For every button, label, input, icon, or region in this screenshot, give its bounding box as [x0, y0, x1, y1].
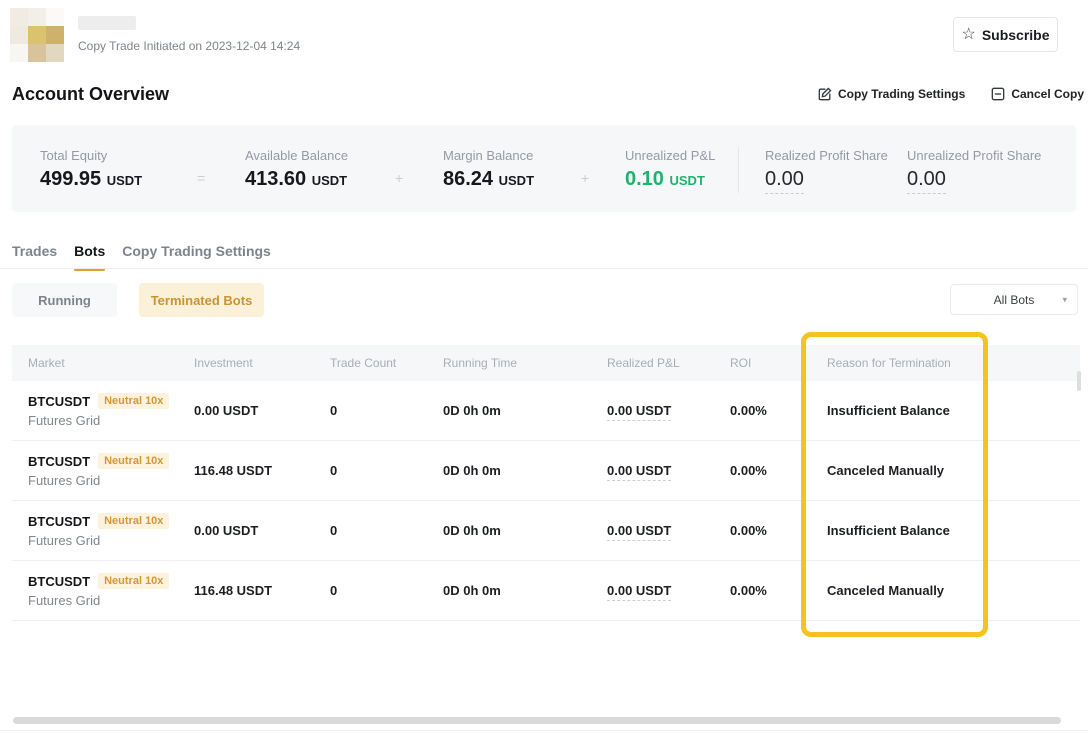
- investment-cell: 0.00 USDT: [194, 523, 330, 538]
- column-header-reason-for-termination: Reason for Termination: [827, 356, 1027, 370]
- roi-cell: 0.00%: [730, 463, 827, 478]
- realized-pnl-cell: 0.00 USDT: [607, 583, 671, 601]
- market-symbol: BTCUSDT: [28, 574, 90, 589]
- trade-count-cell: 0: [330, 463, 443, 478]
- investment-cell: 116.48 USDT: [194, 583, 330, 598]
- subtab-terminated-bots[interactable]: Terminated Bots: [139, 283, 264, 317]
- trade-count-cell: 0: [330, 523, 443, 538]
- termination-reason-cell: Insufficient Balance: [827, 523, 1027, 538]
- investment-cell: 116.48 USDT: [194, 463, 330, 478]
- plus-operator: +: [395, 170, 403, 186]
- edit-icon: [818, 87, 832, 101]
- column-header-investment: Investment: [194, 356, 330, 370]
- strategy-badge: Neutral 10x: [98, 393, 169, 409]
- page-title: Account Overview: [12, 84, 169, 105]
- bot-type: Futures Grid: [28, 413, 194, 428]
- subtab-running[interactable]: Running: [12, 283, 117, 317]
- market-symbol: BTCUSDT: [28, 454, 90, 469]
- trade-count-cell: 0: [330, 583, 443, 598]
- tab-trades[interactable]: Trades: [12, 243, 57, 271]
- table-row: BTCUSDT Neutral 10x Futures Grid 116.48 …: [12, 441, 1080, 501]
- column-header-trade-count: Trade Count: [330, 356, 443, 370]
- realized-pnl-cell: 0.00 USDT: [607, 523, 671, 541]
- horizontal-scrollbar[interactable]: [13, 717, 1061, 724]
- main-tabs: Trades Bots Copy Trading Settings: [12, 243, 271, 271]
- roi-cell: 0.00%: [730, 583, 827, 598]
- roi-cell: 0.00%: [730, 523, 827, 538]
- running-time-cell: 0D 0h 0m: [443, 523, 607, 538]
- subscribe-label: Subscribe: [982, 27, 1050, 43]
- market-symbol: BTCUSDT: [28, 514, 90, 529]
- column-header-running-time: Running Time: [443, 356, 607, 370]
- bot-type: Futures Grid: [28, 593, 194, 608]
- bot-type: Futures Grid: [28, 473, 194, 488]
- overview-actions: Copy Trading Settings Cancel Copy: [818, 87, 1084, 101]
- column-header-realized-pnl: Realized P&L: [607, 356, 730, 370]
- table-row: BTCUSDT Neutral 10x Futures Grid 116.48 …: [12, 561, 1080, 621]
- strategy-badge: Neutral 10x: [98, 513, 169, 529]
- running-time-cell: 0D 0h 0m: [443, 583, 607, 598]
- strategy-badge: Neutral 10x: [98, 573, 169, 589]
- cancel-copy-button[interactable]: Cancel Copy: [991, 87, 1084, 101]
- bottom-divider: [0, 730, 1088, 731]
- table-row: BTCUSDT Neutral 10x Futures Grid 0.00 US…: [12, 501, 1080, 561]
- trade-count-cell: 0: [330, 403, 443, 418]
- investment-cell: 0.00 USDT: [194, 403, 330, 418]
- equals-operator: =: [197, 170, 205, 186]
- tabs-divider: [0, 268, 1088, 269]
- realized-pnl-cell: 0.00 USDT: [607, 403, 671, 421]
- termination-reason-cell: Canceled Manually: [827, 583, 1027, 598]
- all-bots-dropdown[interactable]: All Bots ▾: [950, 284, 1078, 315]
- tab-bots[interactable]: Bots: [74, 243, 105, 271]
- account-overview-stats-bar: Total Equity 499.95 USDT = Available Bal…: [12, 125, 1076, 212]
- strategy-badge: Neutral 10x: [98, 453, 169, 469]
- tab-copy-trading-settings[interactable]: Copy Trading Settings: [122, 243, 271, 271]
- minus-square-icon: [991, 87, 1005, 101]
- table-header-row: Market Investment Trade Count Running Ti…: [12, 345, 1080, 381]
- running-time-cell: 0D 0h 0m: [443, 403, 607, 418]
- realized-pnl-cell: 0.00 USDT: [607, 463, 671, 481]
- table-row: BTCUSDT Neutral 10x Futures Grid 0.00 US…: [12, 381, 1080, 441]
- column-header-market: Market: [28, 356, 194, 370]
- copy-trading-settings-label: Copy Trading Settings: [838, 87, 965, 101]
- all-bots-dropdown-value: All Bots: [994, 293, 1035, 307]
- trader-avatar: [10, 8, 64, 62]
- terminated-bots-table: Market Investment Trade Count Running Ti…: [12, 345, 1080, 621]
- termination-reason-cell: Canceled Manually: [827, 463, 1027, 478]
- market-symbol: BTCUSDT: [28, 394, 90, 409]
- plus-operator: +: [581, 170, 589, 186]
- roi-cell: 0.00%: [730, 403, 827, 418]
- bots-table-body: BTCUSDT Neutral 10x Futures Grid 0.00 US…: [12, 381, 1080, 621]
- copy-trading-settings-button[interactable]: Copy Trading Settings: [818, 87, 965, 101]
- copy-trade-initiated-text: Copy Trade Initiated on 2023-12-04 14:24: [78, 39, 300, 53]
- termination-reason-cell: Insufficient Balance: [827, 403, 1027, 418]
- cutoff-column-fragment: [1077, 371, 1081, 391]
- stats-divider: [738, 147, 739, 193]
- star-icon: ☆: [961, 27, 975, 43]
- running-time-cell: 0D 0h 0m: [443, 463, 607, 478]
- chevron-down-icon: ▾: [1062, 294, 1067, 305]
- subscribe-button[interactable]: ☆ Subscribe: [953, 17, 1058, 52]
- trader-name-redacted: [78, 16, 136, 30]
- cancel-copy-label: Cancel Copy: [1011, 87, 1084, 101]
- column-header-roi: ROI: [730, 356, 827, 370]
- bot-type: Futures Grid: [28, 533, 194, 548]
